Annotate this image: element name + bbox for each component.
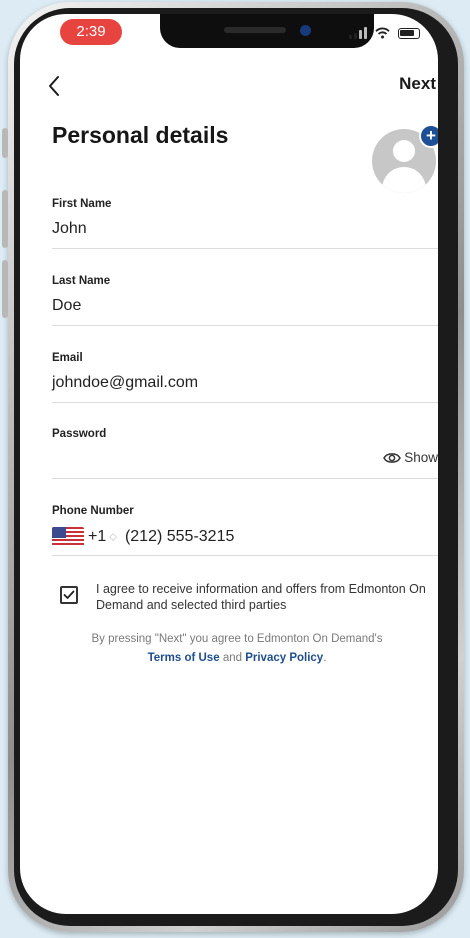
last-name-label: Last Name	[52, 275, 111, 287]
status-icons	[349, 24, 420, 42]
speaker-grille	[224, 27, 286, 33]
phone-row: +1 ⬦ (212) 555-3215	[52, 525, 234, 549]
us-flag-icon[interactable]	[52, 527, 84, 547]
email-label: Email	[52, 352, 83, 364]
battery-icon	[398, 27, 420, 39]
volume-down-button	[2, 260, 8, 318]
phone-field[interactable]: Phone Number +1 ⬦ (212) 555-3215	[52, 505, 438, 556]
add-photo-button[interactable]: +	[419, 124, 438, 148]
page-title: Personal details	[52, 122, 229, 148]
user-placeholder-icon	[393, 140, 415, 162]
phone-number-input[interactable]: (212) 555-3215	[125, 528, 234, 546]
legal-end: .	[323, 652, 327, 664]
terms-of-use-link[interactable]: Terms of Use	[148, 652, 220, 664]
legal-and: and	[222, 652, 242, 664]
legal-prefix: By pressing "Next" you agree to Edmonton…	[91, 633, 383, 645]
country-code-stepper-icon[interactable]: ⬦	[109, 531, 117, 543]
email-input[interactable]: johndoe@gmail.com	[52, 374, 198, 392]
notch	[160, 14, 374, 48]
first-name-input[interactable]: John	[52, 220, 87, 238]
phone-label: Phone Number	[52, 505, 134, 517]
front-camera	[300, 25, 311, 36]
next-button[interactable]: Next	[397, 74, 438, 94]
email-field[interactable]: Email johndoe@gmail.com	[52, 352, 438, 403]
mute-switch	[2, 128, 8, 158]
back-button[interactable]	[42, 72, 66, 100]
last-name-input[interactable]: Doe	[52, 297, 81, 315]
volume-up-button	[2, 190, 8, 248]
consent-checkbox[interactable]	[60, 586, 78, 604]
last-name-field[interactable]: Last Name Doe	[52, 275, 438, 326]
signal-icon	[349, 27, 367, 39]
password-field[interactable]: Password Show	[52, 428, 438, 479]
checkmark-icon	[63, 590, 75, 599]
chevron-left-icon	[49, 76, 59, 96]
consent-text: I agree to receive information and offer…	[96, 582, 426, 612]
first-name-field[interactable]: First Name John	[52, 198, 438, 249]
show-password-label: Show	[404, 450, 438, 465]
eye-icon	[383, 452, 402, 463]
app-screen: 2:39 Next Personal details + First Name …	[20, 14, 438, 914]
status-time: 2:39	[60, 19, 122, 45]
wifi-icon	[375, 27, 390, 39]
password-label: Password	[52, 428, 107, 440]
country-code[interactable]: +1	[88, 528, 106, 546]
privacy-policy-link[interactable]: Privacy Policy	[245, 652, 323, 664]
show-password-toggle[interactable]: Show	[383, 450, 438, 465]
legal-notice: By pressing "Next" you agree to Edmonton…	[34, 630, 438, 668]
first-name-label: First Name	[52, 198, 112, 210]
